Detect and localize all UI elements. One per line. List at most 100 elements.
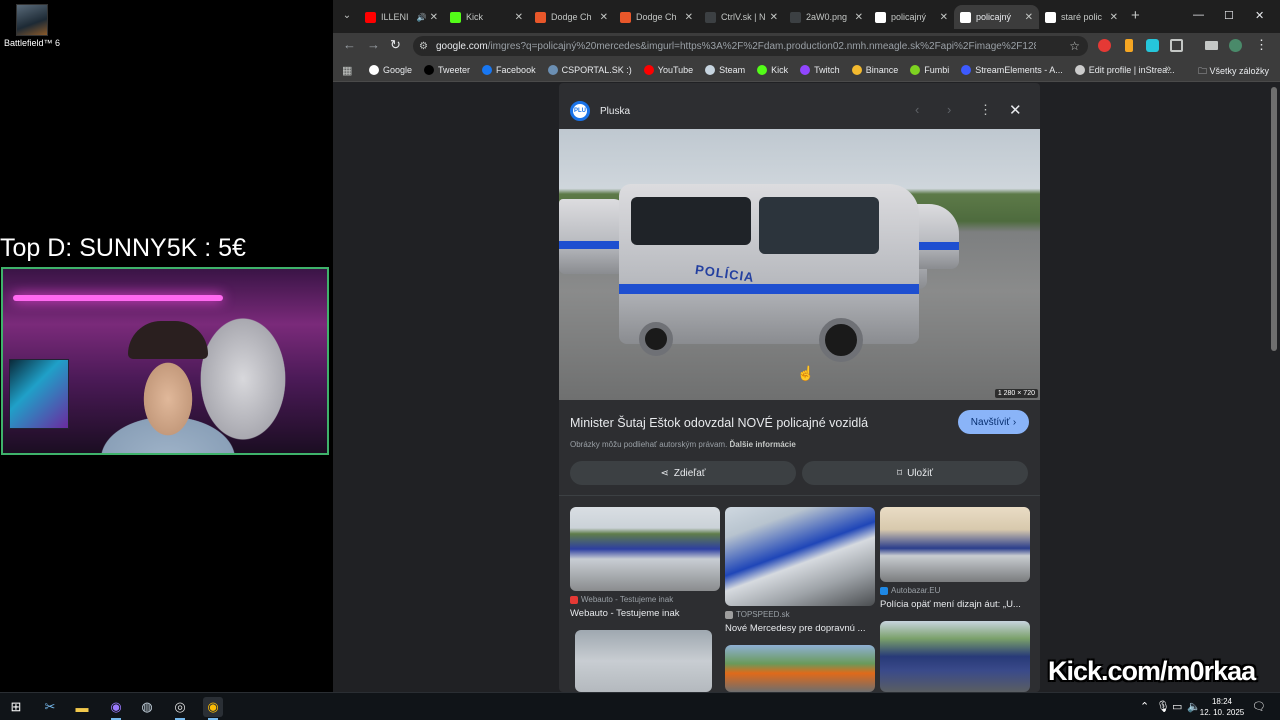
tab-4[interactable]: CtrlV.sk | N ✕ [699, 5, 784, 29]
minimize-icon[interactable]: — [1193, 9, 1204, 21]
close-window-icon[interactable]: ✕ [1255, 9, 1264, 22]
new-tab-plus-icon[interactable]: + [1131, 8, 1140, 24]
apps-grid-icon[interactable]: ▦ [342, 64, 352, 77]
top-donor-text: Top D: SUNNY5K : 5€ [0, 234, 246, 262]
tab-1[interactable]: Kick ✕ [444, 5, 529, 29]
desktop-icon-battlefield[interactable]: Battlefield™ 6 [2, 4, 62, 48]
obs-icon[interactable]: ◎ [170, 697, 190, 720]
bookmark-1[interactable]: Tweeter [424, 65, 470, 75]
bookmark-label: Google [383, 65, 413, 75]
extension-translate-icon[interactable] [1146, 39, 1159, 52]
bookmark-10[interactable]: StreamElements - A... [961, 65, 1063, 75]
related-thumb-1[interactable] [570, 507, 720, 591]
address-bar[interactable]: ⚙ google.com/imgres?q=policajný%20merced… [413, 36, 1088, 56]
tab-close-icon[interactable]: ✕ [940, 12, 948, 23]
page-scrollbar[interactable] [1271, 87, 1277, 351]
profile-avatar[interactable] [1229, 39, 1242, 52]
webcam-feed [1, 267, 329, 455]
tab-2[interactable]: Dodge Ch ✕ [529, 5, 614, 29]
bookmark-favicon-icon [961, 65, 972, 75]
steam-icon[interactable]: ◍ [137, 697, 157, 717]
tab-3[interactable]: Dodge Ch ✕ [614, 5, 699, 29]
file-explorer-icon[interactable]: ▬ [72, 697, 92, 717]
clock[interactable]: 18:24 12. 10. 2025 [1197, 696, 1247, 718]
tab-close-icon[interactable]: ✕ [515, 12, 523, 23]
tab-5[interactable]: 2aW0.png ✕ [784, 5, 869, 29]
bookmark-7[interactable]: Twitch [800, 65, 840, 75]
microphone-icon[interactable]: 🎙 [1156, 700, 1170, 713]
extension-adblock-icon[interactable] [1098, 39, 1111, 52]
tray-chevron-icon[interactable]: ⌃ [1140, 700, 1149, 713]
related-thumb-5[interactable] [725, 645, 875, 692]
media-control-icon[interactable] [1205, 41, 1218, 50]
next-image-icon[interactable]: › [947, 102, 951, 117]
more-bookmarks-icon[interactable]: » [1165, 63, 1171, 75]
url-text[interactable]: google.com/imgres?q=policajný%20mercedes… [436, 41, 1036, 52]
related-thumb-6[interactable] [880, 621, 1030, 692]
url-path: /imgres?q=policajný%20mercedes&imgurl=ht… [487, 40, 1036, 52]
tab-close-icon[interactable]: ✕ [1025, 12, 1033, 23]
bookmark-4[interactable]: YouTube [643, 65, 694, 75]
panel-more-icon[interactable]: ⋮ [979, 102, 992, 118]
tab-8[interactable]: staré polic ✕ [1039, 5, 1124, 29]
chrome-profile-icon[interactable]: ◉ [106, 697, 126, 720]
bookmark-9[interactable]: Fumbi [910, 65, 949, 75]
tab-close-icon[interactable]: ✕ [430, 12, 438, 23]
tab-close-icon[interactable]: ✕ [1110, 12, 1118, 23]
image-title[interactable]: Minister Šutaj Eštok odovzdal NOVÉ polic… [570, 416, 868, 430]
bookmark-11[interactable]: Edit profile | inStrea... [1074, 65, 1175, 75]
bookmark-5[interactable]: Steam [705, 65, 745, 75]
tab-0[interactable]: ILLENI 🔊 ✕ [359, 5, 444, 29]
back-icon[interactable]: ← [343, 38, 356, 52]
tab-7[interactable]: policajný ✕ [954, 5, 1039, 29]
extension-tampermonkey-icon[interactable] [1125, 39, 1133, 52]
share-label: Zdieľať [673, 467, 706, 479]
source-name[interactable]: Pluska [600, 106, 630, 117]
speaker-icon[interactable]: 🔊 [417, 13, 427, 22]
bookmark-star-icon[interactable]: ☆ [1069, 39, 1080, 53]
tab-close-icon[interactable]: ✕ [600, 12, 608, 23]
network-icon[interactable]: ▭ [1172, 700, 1182, 713]
bookmark-2[interactable]: Facebook [482, 65, 536, 75]
chrome-icon[interactable]: ◉ [203, 697, 223, 720]
bookmark-3[interactable]: CSPORTAL.SK :) [547, 65, 632, 75]
snipping-tool-icon[interactable]: ✂ [40, 697, 60, 717]
extensions-puzzle-icon[interactable] [1170, 39, 1183, 52]
tab-close-icon[interactable]: ✕ [770, 12, 778, 23]
tab-close-icon[interactable]: ✕ [855, 12, 863, 23]
related-title-1[interactable]: Webauto - Testujeme inak [570, 608, 720, 619]
tab-6[interactable]: policajný ✕ [869, 5, 954, 29]
tab-close-icon[interactable]: ✕ [685, 12, 693, 23]
notifications-icon[interactable]: 🗨 [1252, 700, 1266, 713]
related-thumb-4[interactable] [575, 630, 712, 692]
bookmark-8[interactable]: Binance [851, 65, 898, 75]
related-thumb-2[interactable] [725, 507, 875, 606]
close-icon[interactable]: ✕ [1009, 101, 1022, 119]
related-thumb-3[interactable] [880, 507, 1030, 582]
reload-icon[interactable]: ↻ [390, 38, 401, 52]
toolbar: ← → ↻ ⚙ google.com/imgres?q=policajný%20… [333, 33, 1280, 58]
chevron-down-icon[interactable]: ⌄ [339, 8, 355, 24]
save-button[interactable]: ⌑ Uložiť [802, 461, 1028, 485]
all-bookmarks-folder[interactable]: 🗀 Všetky záložky [1198, 64, 1269, 80]
bookmark-label: YouTube [657, 65, 694, 75]
previous-image-icon[interactable]: ‹ [915, 102, 919, 117]
more-info-link[interactable]: Ďalšie informácie [730, 440, 796, 449]
share-button[interactable]: ⋖ Zdieľať [570, 461, 796, 485]
bookmark-6[interactable]: Kick [757, 65, 788, 75]
page-content: PLU Pluska ‹ › ⋮ ✕ POLÍCIA 1 280 × 720 ☝… [333, 83, 1280, 692]
windows-start-icon[interactable]: ⊞ [6, 697, 26, 717]
maximize-icon[interactable]: ☐ [1224, 9, 1234, 22]
related-title-3[interactable]: Polícia opäť mení dizajn áut: „U... [880, 599, 1030, 610]
related-source-2-text: TOPSPEED.sk [736, 610, 790, 619]
bookmark-favicon-icon [369, 65, 379, 75]
copyright-notice: Obrázky môžu podliehať autorským právam.… [570, 440, 796, 449]
menu-kebab-icon[interactable]: ⋮ [1255, 38, 1268, 52]
related-title-2[interactable]: Nové Mercedesy pre dopravnú ... [725, 623, 875, 634]
tab-label: Dodge Ch [551, 12, 592, 22]
main-image[interactable]: POLÍCIA 1 280 × 720 ☝ [559, 129, 1040, 400]
visit-button[interactable]: Navštíviť › [958, 410, 1029, 434]
forward-icon[interactable]: → [367, 38, 380, 52]
site-info-icon[interactable]: ⚙ [419, 41, 428, 52]
bookmark-0[interactable]: Google [369, 65, 412, 75]
